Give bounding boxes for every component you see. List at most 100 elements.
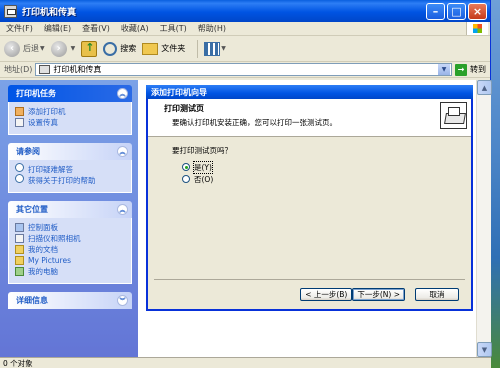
setup-fax-link[interactable]: 设置传真 xyxy=(15,117,125,128)
add-printer-link[interactable]: 添加打印机 xyxy=(15,106,125,117)
wizard-header: 打印测试页 要确认打印机安装正确，您可以打印一张测试页。 xyxy=(148,99,471,137)
my-pictures-link[interactable]: My Pictures xyxy=(15,255,125,266)
control-panel-icon xyxy=(15,223,24,232)
back-step-button[interactable]: < 上一步(B) xyxy=(300,287,353,301)
menu-bar: 文件(F) 编辑(E) 查看(V) 收藏(A) 工具(T) 帮助(H) xyxy=(0,22,490,36)
my-documents-link[interactable]: 我的文档 xyxy=(15,244,125,255)
print-test-question: 要打印测试页吗？ xyxy=(172,146,232,155)
no-radio-label: 否(O) xyxy=(194,174,214,184)
wizard-body: 要打印测试页吗？ 是(Y) 否(O) xyxy=(148,137,471,280)
wizard-subheading: 要确认打印机安装正确，您可以打印一张测试页。 xyxy=(172,118,337,127)
forward-dropdown-icon[interactable]: ▼ xyxy=(71,45,76,52)
menu-edit[interactable]: 编辑(E) xyxy=(44,23,71,34)
folder-icon xyxy=(15,256,24,265)
other-places-title: 其它位置 xyxy=(16,205,48,214)
menu-view[interactable]: 查看(V) xyxy=(82,23,110,34)
see-also-body: 打印疑难解答 获得关于打印的帮助 xyxy=(8,160,132,193)
folders-label: 文件夹 xyxy=(161,44,186,53)
see-also-title: 请参阅 xyxy=(16,147,40,156)
other-places-body: 控制面板 扫描仪和照相机 我的文档 My Pictures 我的电脑 xyxy=(8,218,132,284)
radio-unselected-icon xyxy=(182,175,190,183)
address-bar: 地址(D) 打印机和传真 ▼ → 转到 xyxy=(0,62,490,78)
menu-help[interactable]: 帮助(H) xyxy=(198,23,226,34)
expand-chevron-icon[interactable]: ︾ xyxy=(117,295,128,306)
address-dropdown-icon[interactable]: ▼ xyxy=(438,64,450,75)
next-step-button[interactable]: 下一步(N) > xyxy=(352,287,405,301)
see-also-panel: 请参阅 ︽ 打印疑难解答 获得关于打印的帮助 xyxy=(8,143,132,193)
content-area: 打印机任务 ︽ 添加打印机 设置传真 请参阅 ︽ 打印疑难解答 获得关于打印的帮… xyxy=(0,80,492,357)
back-dropdown-icon[interactable]: ▼ xyxy=(40,45,45,52)
window-title: 打印机和传真 xyxy=(22,7,77,18)
go-label: 转到 xyxy=(470,65,486,74)
folder-icon xyxy=(142,42,159,55)
desktop-background xyxy=(490,0,500,368)
maximize-button[interactable]: □ xyxy=(447,2,466,20)
add-printer-wizard-dialog: 添加打印机向导 打印测试页 要确认打印机安装正确，您可以打印一张测试页。 要打印… xyxy=(146,85,473,311)
wizard-title-bar[interactable]: 添加打印机向导 xyxy=(146,85,473,99)
views-button[interactable]: ▼ xyxy=(204,41,226,56)
go-arrow-icon: → xyxy=(455,63,467,76)
go-button[interactable]: → 转到 xyxy=(455,63,486,76)
folders-button[interactable]: 文件夹 xyxy=(142,42,186,55)
collapse-chevron-icon[interactable]: ︽ xyxy=(117,146,128,157)
control-panel-link[interactable]: 控制面板 xyxy=(15,222,125,233)
search-button[interactable]: 搜索 xyxy=(103,41,137,56)
other-places-header[interactable]: 其它位置 ︽ xyxy=(8,201,132,218)
my-computer-link[interactable]: 我的电脑 xyxy=(15,266,125,277)
close-button[interactable]: × xyxy=(468,2,487,20)
scroll-up-icon[interactable]: ▲ xyxy=(477,80,492,95)
radio-selected-icon xyxy=(182,163,190,171)
yes-radio[interactable]: 是(Y) xyxy=(172,160,471,174)
details-header[interactable]: 详细信息 ︾ xyxy=(8,292,132,309)
scanner-icon xyxy=(15,234,24,243)
windows-logo-icon xyxy=(466,22,488,35)
cancel-button[interactable]: 取消 xyxy=(415,287,459,301)
minimize-button[interactable]: – xyxy=(426,2,445,20)
details-panel: 详细信息 ︾ xyxy=(8,292,132,309)
computer-icon xyxy=(15,267,24,276)
status-bar: 0 个对象 xyxy=(0,357,491,368)
views-dropdown-icon[interactable]: ▼ xyxy=(221,45,226,52)
printer-tasks-body: 添加打印机 设置传真 xyxy=(8,102,132,135)
back-button[interactable]: ‹ 后退 ▼ xyxy=(4,40,45,57)
printer-tasks-title: 打印机任务 xyxy=(16,89,56,98)
add-printer-icon xyxy=(15,107,24,116)
scroll-down-icon[interactable]: ▼ xyxy=(477,342,492,357)
collapse-chevron-icon[interactable]: ︽ xyxy=(117,204,128,215)
printer-tasks-panel: 打印机任务 ︽ 添加打印机 设置传真 xyxy=(8,85,132,135)
see-also-header[interactable]: 请参阅 ︽ xyxy=(8,143,132,160)
no-radio[interactable]: 否(O) xyxy=(172,173,471,185)
task-pane: 打印机任务 ︽ 添加打印机 设置传真 请参阅 ︽ 打印疑难解答 获得关于打印的帮… xyxy=(0,80,138,357)
explorer-window: 打印机和传真 – □ × 文件(F) 编辑(E) 查看(V) 收藏(A) 工具(… xyxy=(0,0,492,368)
help-icon xyxy=(15,173,24,183)
printer-tasks-header[interactable]: 打印机任务 ︽ xyxy=(8,85,132,102)
wizard-divider xyxy=(154,279,465,280)
menu-file[interactable]: 文件(F) xyxy=(6,23,33,34)
toolbar: ‹ 后退 ▼ › ▼ 搜索 文件夹 ▼ xyxy=(0,36,490,62)
search-label: 搜索 xyxy=(120,44,137,53)
address-label: 地址(D) xyxy=(4,65,33,74)
back-arrow-icon: ‹ xyxy=(4,40,20,57)
printing-help-link[interactable]: 获得关于打印的帮助 xyxy=(15,173,125,186)
toolbar-separator xyxy=(197,39,199,58)
help-icon xyxy=(15,162,24,172)
menu-favorites[interactable]: 收藏(A) xyxy=(121,23,149,34)
wizard-footer: < 上一步(B) 下一步(N) > 取消 xyxy=(148,279,471,309)
other-places-panel: 其它位置 ︽ 控制面板 扫描仪和照相机 我的文档 My Pictures 我的电… xyxy=(8,201,132,284)
folder-icon xyxy=(15,245,24,254)
title-bar[interactable]: 打印机和传真 – □ × xyxy=(0,0,490,22)
yes-radio-label: 是(Y) xyxy=(193,160,213,174)
print-troubleshooter-link[interactable]: 打印疑难解答 xyxy=(15,162,125,175)
up-button[interactable] xyxy=(81,40,98,57)
collapse-chevron-icon[interactable]: ︽ xyxy=(117,88,128,99)
menu-tools[interactable]: 工具(T) xyxy=(160,23,187,34)
address-field[interactable]: 打印机和传真 ▼ xyxy=(35,63,452,76)
fax-icon xyxy=(15,118,24,127)
scanners-cameras-link[interactable]: 扫描仪和照相机 xyxy=(15,233,125,244)
address-value: 打印机和传真 xyxy=(53,65,102,74)
status-text: 0 个对象 xyxy=(3,358,33,368)
file-list-area[interactable]: 添加打印机向导 打印测试页 要确认打印机安装正确，您可以打印一张测试页。 要打印… xyxy=(138,80,492,357)
wizard-heading: 打印测试页 xyxy=(164,104,204,113)
forward-button[interactable]: › ▼ xyxy=(50,40,76,57)
vertical-scrollbar[interactable]: ▲ ▼ xyxy=(476,80,492,357)
